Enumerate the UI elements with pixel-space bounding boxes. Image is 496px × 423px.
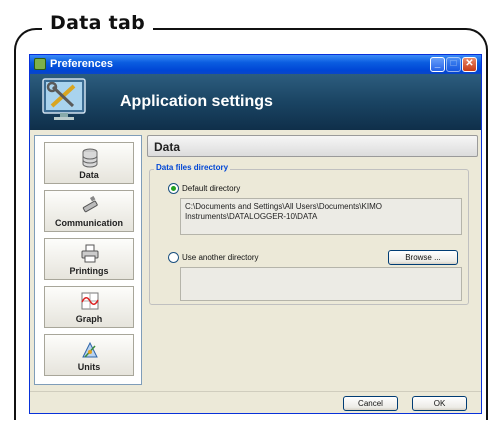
sidebar-item-communication[interactable]: Communication [44,190,134,232]
data-directory-group: Data files directory Default directory C… [149,163,469,305]
usb-icon [82,196,98,213]
cancel-button[interactable]: Cancel [343,396,398,411]
printer-icon [81,244,99,263]
ok-button[interactable]: OK [412,396,467,411]
content-panel: Data Data files directory Default direct… [147,135,478,385]
group-title: Data files directory [154,163,231,172]
tools-icon [42,78,86,120]
footer-divider [30,391,481,392]
settings-banner: Application settings [30,74,481,130]
category-sidebar: Data Communication Printings Graph Units [34,135,142,385]
sidebar-item-label: Communication [54,218,123,228]
maximize-button[interactable]: □ [446,57,461,72]
close-button[interactable]: ✕ [462,57,477,72]
units-icon [82,341,98,358]
another-path-field[interactable] [180,267,462,301]
banner-title: Application settings [120,93,273,110]
sidebar-item-units[interactable]: Units [44,334,134,376]
sidebar-item-label: Units [77,362,101,372]
default-directory-radio[interactable] [168,183,179,194]
panel-header: Data [147,135,478,157]
app-icon [34,58,46,70]
database-icon [82,148,98,168]
another-directory-label: Use another directory [182,253,259,262]
default-path-line1: C:\Documents and Settings\All Users\Docu… [185,202,382,211]
sidebar-item-label: Printings [69,266,109,276]
window-title: Preferences [50,58,113,70]
sidebar-item-label: Graph [75,314,103,324]
graph-icon [81,292,99,310]
sidebar-item-label: Data [79,170,99,180]
title-bar[interactable]: Preferences _ □ ✕ [30,55,481,74]
browse-button[interactable]: Browse ... [388,250,458,265]
frame-title: Data tab [42,12,154,34]
default-directory-label: Default directory [182,184,241,193]
sidebar-item-data[interactable]: Data [44,142,134,184]
sidebar-item-printings[interactable]: Printings [44,238,134,280]
preferences-window: Preferences _ □ ✕ Application settings D… [29,54,482,414]
another-directory-radio[interactable] [168,252,179,263]
sidebar-item-graph[interactable]: Graph [44,286,134,328]
default-path-field: C:\Documents and Settings\All Users\Docu… [180,198,462,235]
default-path-line2: Instruments\DATALOGGER-10\DATA [185,212,318,221]
minimize-button[interactable]: _ [430,57,445,72]
